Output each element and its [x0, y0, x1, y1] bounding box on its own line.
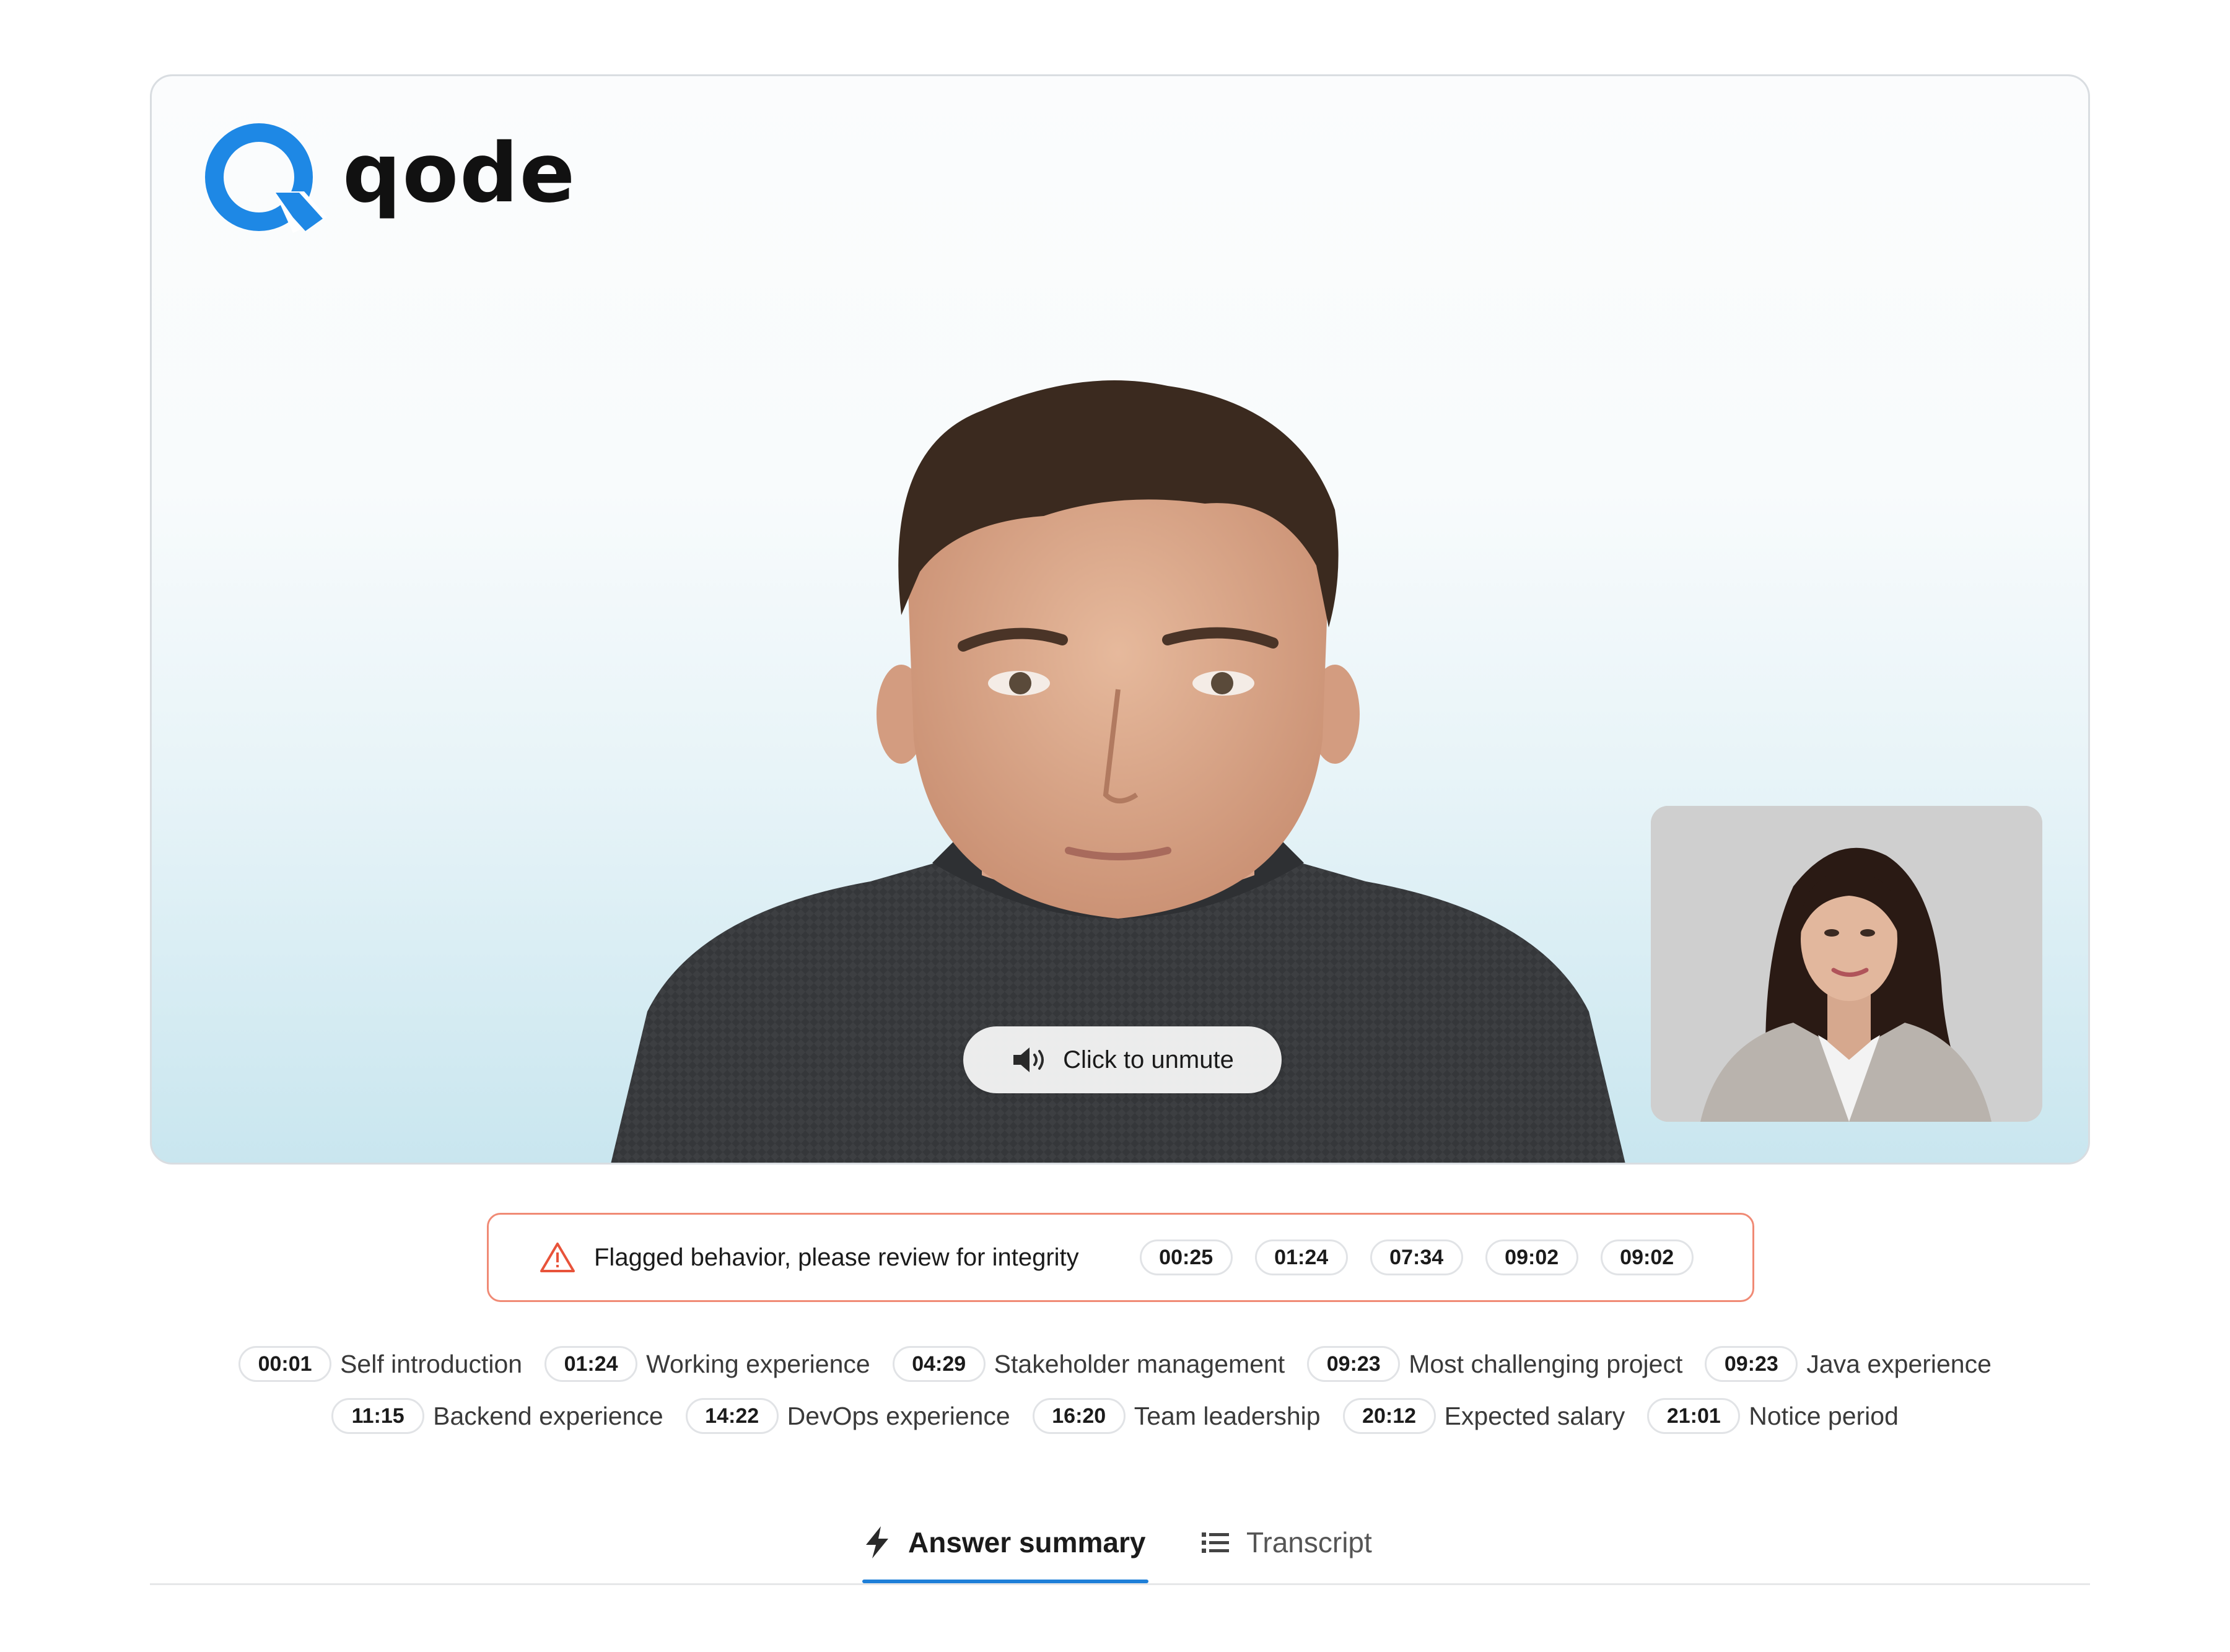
chapter-label: Expected salary	[1444, 1401, 1625, 1430]
chapter-timestamp[interactable]: 21:01	[1647, 1398, 1741, 1434]
chapter-item[interactable]: 11:15 Backend experience	[331, 1398, 663, 1434]
chapter-list: 00:01 Self introduction 01:24 Working ex…	[0, 1338, 2230, 1442]
tab-label: Transcript	[1246, 1526, 1372, 1558]
speaker-muted-icon	[1011, 1046, 1049, 1074]
tab-bar: Answer summary Transcript	[0, 1499, 2230, 1586]
chapter-timestamp[interactable]: 00:01	[238, 1346, 332, 1382]
tabs-divider	[150, 1583, 2090, 1585]
chapter-timestamp[interactable]: 09:23	[1705, 1346, 1798, 1382]
warning-triangle-icon	[540, 1241, 575, 1274]
flag-timestamp[interactable]: 01:24	[1254, 1239, 1348, 1275]
lightning-icon	[862, 1525, 892, 1560]
chapter-label: Most challenging project	[1409, 1349, 1683, 1378]
chapter-item[interactable]: 09:23 Java experience	[1705, 1346, 1992, 1382]
chapter-timestamp[interactable]: 11:15	[331, 1398, 425, 1434]
flag-timestamp[interactable]: 00:25	[1139, 1239, 1233, 1275]
chapter-timestamp[interactable]: 01:24	[544, 1346, 638, 1382]
chapter-label: Team leadership	[1134, 1401, 1321, 1430]
flag-timestamp[interactable]: 09:02	[1485, 1239, 1578, 1275]
flag-timestamps: 00:25 01:24 07:34 09:02 09:02	[1139, 1239, 1694, 1275]
video-player[interactable]: qode Click to unmute	[150, 74, 2090, 1165]
interviewer-pip-video[interactable]	[1651, 806, 2042, 1122]
chapter-timestamp[interactable]: 09:23	[1307, 1346, 1401, 1382]
chapter-timestamp[interactable]: 14:22	[685, 1398, 779, 1434]
unmute-button[interactable]: Click to unmute	[963, 1026, 1282, 1093]
chapter-label: Backend experience	[433, 1401, 663, 1430]
tab-answer-summary[interactable]: Answer summary	[862, 1499, 1148, 1586]
unmute-label: Click to unmute	[1063, 1046, 1234, 1073]
chapter-item[interactable]: 21:01 Notice period	[1647, 1398, 1899, 1434]
chapter-item[interactable]: 00:01 Self introduction	[238, 1346, 522, 1382]
chapter-label: Notice period	[1749, 1401, 1899, 1430]
flag-timestamp[interactable]: 09:02	[1600, 1239, 1694, 1275]
chapter-timestamp[interactable]: 20:12	[1342, 1398, 1436, 1434]
chapter-row: 00:01 Self introduction 01:24 Working ex…	[0, 1338, 2230, 1390]
chapter-item[interactable]: 16:20 Team leadership	[1032, 1398, 1321, 1434]
tab-transcript[interactable]: Transcript	[1200, 1499, 1386, 1586]
chapter-item[interactable]: 04:29 Stakeholder management	[892, 1346, 1285, 1382]
chapter-item[interactable]: 20:12 Expected salary	[1342, 1398, 1625, 1434]
list-icon	[1200, 1525, 1230, 1560]
chapter-timestamp[interactable]: 16:20	[1032, 1398, 1126, 1434]
chapter-label: Java experience	[1806, 1349, 1992, 1378]
chapter-label: Working experience	[646, 1349, 870, 1378]
chapter-row: 11:15 Backend experience 14:22 DevOps ex…	[0, 1390, 2230, 1442]
brand-name: qode	[343, 126, 577, 221]
flag-timestamp[interactable]: 07:34	[1370, 1239, 1463, 1275]
q-logo-icon	[205, 123, 327, 233]
integrity-flag-bar: Flagged behavior, please review for inte…	[487, 1213, 1754, 1302]
interviewer-image	[1651, 806, 2042, 1122]
tab-label: Answer summary	[908, 1526, 1146, 1558]
chapter-label: Self introduction	[340, 1349, 523, 1378]
chapter-item[interactable]: 09:23 Most challenging project	[1307, 1346, 1682, 1382]
brand-logo: qode	[200, 118, 576, 236]
chapter-label: DevOps experience	[787, 1401, 1010, 1430]
chapter-timestamp[interactable]: 04:29	[892, 1346, 986, 1382]
chapter-item[interactable]: 01:24 Working experience	[544, 1346, 870, 1382]
flag-message: Flagged behavior, please review for inte…	[594, 1243, 1079, 1271]
chapter-item[interactable]: 14:22 DevOps experience	[685, 1398, 1010, 1434]
chapter-label: Stakeholder management	[994, 1349, 1285, 1378]
